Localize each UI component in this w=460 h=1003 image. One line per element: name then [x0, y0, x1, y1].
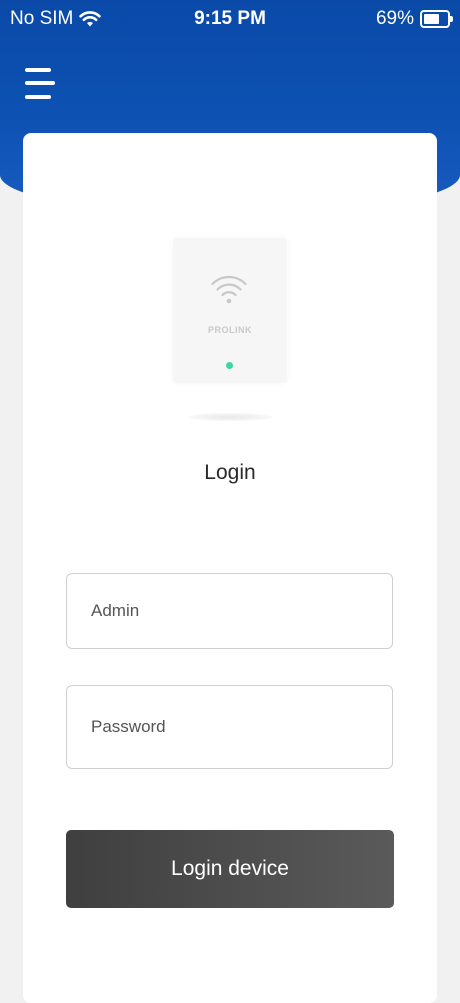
wifi-icon: [211, 275, 247, 304]
username-field[interactable]: [66, 573, 393, 649]
battery-status: 69%: [375, 8, 453, 30]
status-led: [226, 362, 233, 369]
battery-fill: [424, 14, 440, 24]
router-device-image: PROLINK: [173, 238, 287, 383]
password-input[interactable]: [89, 706, 373, 748]
password-field[interactable]: [66, 685, 393, 769]
device-shadow: [188, 413, 272, 421]
login-title: Login: [204, 461, 256, 484]
battery-icon: [420, 10, 453, 28]
login-device-button[interactable]: Login device: [66, 830, 394, 908]
device-brand-logo: PROLINK: [208, 325, 252, 335]
username-input[interactable]: [89, 590, 373, 632]
login-card: PROLINK Login Login device: [23, 133, 437, 1003]
status-bar: No SIM 9:15 PM 69%: [0, 0, 460, 38]
battery-percentage: 69%: [375, 8, 414, 29]
hamburger-menu-icon[interactable]: [25, 66, 57, 102]
